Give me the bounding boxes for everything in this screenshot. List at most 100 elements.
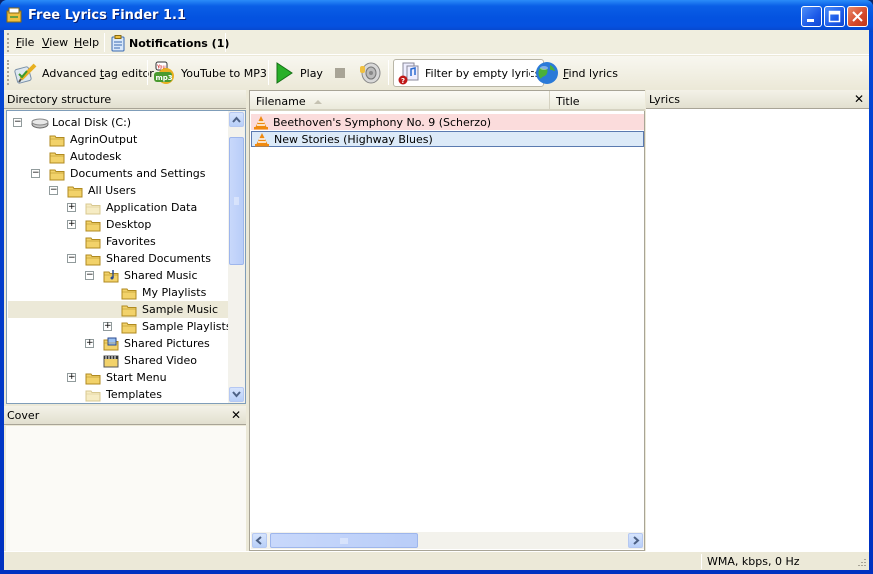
- menu-view[interactable]: View: [42, 36, 68, 49]
- clipboard-icon: [111, 34, 125, 51]
- toolbar-grip[interactable]: [7, 60, 10, 85]
- tree-item-label: Start Menu: [106, 371, 167, 384]
- file-row[interactable]: New Stories (Highway Blues): [251, 131, 644, 147]
- status-separator: [701, 554, 702, 569]
- toolbar-separator: [530, 60, 531, 85]
- youtube-to-mp3-button[interactable]: You mp3 YouTube to MP3: [153, 59, 267, 87]
- tree-item[interactable]: − Shared Music: [8, 267, 198, 284]
- find-lyrics-button[interactable]: Find lyrics: [535, 59, 618, 87]
- tree-item[interactable]: Shared Video: [8, 352, 197, 369]
- title-bar[interactable]: Free Lyrics Finder 1.1: [0, 0, 873, 32]
- folder-icon: [85, 235, 101, 249]
- volume-button[interactable]: [358, 59, 382, 87]
- play-icon: [276, 62, 293, 84]
- svg-text:?: ?: [401, 77, 405, 85]
- collapse-icon[interactable]: −: [31, 169, 40, 178]
- notifications-button[interactable]: Notifications (1): [111, 33, 229, 53]
- tree-item[interactable]: Autodesk: [8, 148, 121, 165]
- file-row[interactable]: Beethoven's Symphony No. 9 (Scherzo): [251, 114, 644, 130]
- tree-item[interactable]: + Application Data: [8, 199, 197, 216]
- directory-tree[interactable]: Templates + Start Menu Shared Video + Shared …: [6, 110, 246, 404]
- expand-icon[interactable]: +: [67, 203, 76, 212]
- tree-item[interactable]: + Desktop: [8, 216, 151, 233]
- tree-item[interactable]: AgrinOutput: [8, 131, 137, 148]
- play-label: Play: [300, 66, 323, 80]
- speaker-icon: [360, 62, 381, 84]
- collapse-icon[interactable]: −: [49, 186, 58, 195]
- tree-item[interactable]: + Shared Pictures: [8, 335, 210, 352]
- scroll-right-button[interactable]: [628, 533, 643, 548]
- tree-item[interactable]: My Playlists: [8, 284, 206, 301]
- tree-item[interactable]: + Start Menu: [8, 369, 167, 386]
- filter-empty-lyrics-button[interactable]: ? Filter by empty lyrics: [393, 59, 545, 87]
- lyrics-panel[interactable]: Lyrics ✕: [646, 90, 869, 551]
- tree-item-label: Autodesk: [70, 150, 122, 163]
- cover-close-icon[interactable]: ✕: [231, 408, 241, 422]
- menu-file[interactable]: File: [16, 36, 34, 49]
- scroll-up-button[interactable]: [229, 112, 244, 127]
- lyrics-panel-title: Lyrics: [649, 93, 680, 106]
- scroll-left-button[interactable]: [252, 533, 267, 548]
- folder-pictures-icon: [103, 337, 119, 351]
- folder-icon: [49, 150, 65, 164]
- collapse-icon[interactable]: −: [13, 118, 22, 127]
- minimize-button[interactable]: [801, 6, 822, 27]
- folder-open-icon: [67, 184, 83, 198]
- tree-item-label: AgrinOutput: [70, 133, 138, 146]
- expand-icon[interactable]: +: [67, 220, 76, 229]
- collapse-icon[interactable]: −: [85, 271, 94, 280]
- directory-vertical-scrollbar[interactable]: [228, 111, 245, 403]
- file-list-horizontal-scrollbar[interactable]: [251, 532, 644, 549]
- cover-panel-header: Cover ✕: [4, 406, 246, 425]
- lyrics-close-icon[interactable]: ✕: [854, 92, 864, 106]
- maximize-icon: [828, 10, 841, 23]
- tree-item-label: Templates: [106, 388, 162, 401]
- globe-icon: [536, 62, 558, 84]
- status-audio-info: WMA, kbps, 0 Hz: [707, 555, 800, 568]
- tree-item[interactable]: − Shared Documents: [8, 250, 211, 267]
- tree-item[interactable]: − All Users: [8, 182, 136, 199]
- resize-grip-icon[interactable]: [855, 557, 867, 569]
- cover-panel-title: Cover: [7, 409, 40, 422]
- tree-item[interactable]: − Documents and Settings: [8, 165, 206, 182]
- play-button[interactable]: Play: [274, 59, 323, 87]
- folder-icon: [85, 218, 101, 232]
- column-header-title[interactable]: Title: [550, 91, 645, 111]
- advanced-tag-editor-button[interactable]: Advanced tag editor: [14, 59, 154, 87]
- tree-item-label: Sample Playlists: [142, 320, 232, 333]
- horizontal-scroll-thumb[interactable]: [270, 533, 418, 548]
- tree-item-label: Documents and Settings: [70, 167, 206, 180]
- folder-icon: [121, 320, 137, 334]
- expand-icon[interactable]: +: [67, 373, 76, 382]
- expand-icon[interactable]: +: [85, 339, 94, 348]
- tree-item[interactable]: Favorites: [8, 233, 156, 250]
- menu-separator: [225, 33, 226, 52]
- tree-item-label: Desktop: [106, 218, 152, 231]
- column-header-filename-label: Filename: [256, 95, 306, 108]
- tree-item-label: Favorites: [106, 235, 156, 248]
- chevron-up-icon: [232, 116, 241, 123]
- scroll-down-button[interactable]: [229, 387, 244, 402]
- menu-help[interactable]: Help: [74, 36, 99, 49]
- tree-item[interactable]: + Sample Playlists: [8, 318, 232, 335]
- folder-open-icon: [49, 167, 65, 181]
- file-row-filename: New Stories (Highway Blues): [274, 132, 433, 146]
- filter-lyrics-icon: ?: [398, 62, 419, 85]
- scroll-thumb[interactable]: [229, 137, 244, 265]
- menubar-grip[interactable]: [7, 33, 10, 52]
- tree-item[interactable]: Sample Music: [8, 301, 228, 318]
- minimize-icon: [807, 19, 814, 22]
- close-button[interactable]: [847, 6, 868, 27]
- app-window: Free Lyrics Finder 1.1 File View Help No…: [0, 0, 873, 574]
- tree-item[interactable]: Templates: [8, 386, 162, 403]
- chevron-down-icon: [232, 391, 241, 398]
- drive-icon: [31, 116, 49, 129]
- collapse-icon[interactable]: −: [67, 254, 76, 263]
- status-bar: WMA, kbps, 0 Hz: [4, 551, 869, 570]
- tree-item[interactable]: − Local Disk (C:): [8, 114, 131, 131]
- lyrics-panel-header: Lyrics ✕: [646, 90, 869, 109]
- maximize-button[interactable]: [824, 6, 845, 27]
- stop-button[interactable]: [334, 59, 346, 87]
- expand-icon[interactable]: +: [103, 322, 112, 331]
- column-header-filename[interactable]: Filename: [250, 91, 550, 111]
